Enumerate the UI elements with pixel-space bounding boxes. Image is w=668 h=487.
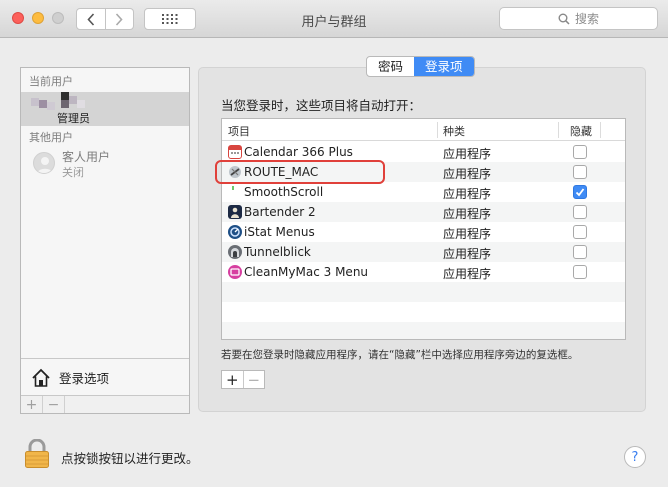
empty-row [222,302,625,322]
current-user-item[interactable]: 管理员 [21,92,189,126]
smoothscroll-icon [228,185,242,199]
table-header: 项目 种类 隐藏 [222,119,625,141]
user-role: 管理员 [57,112,90,125]
item-name: SmoothScroll [244,185,324,199]
house-icon [32,368,50,387]
cleanmymac-icon [228,265,242,279]
users-sidebar: 当前用户 管理员 其他用户 客人用户 关闭 登录选项 + − [20,67,190,414]
item-kind: 应用程序 [443,147,492,161]
item-name: Calendar 366 Plus [244,145,353,159]
hide-checkbox[interactable] [573,205,587,219]
column-item[interactable]: 项目 [228,123,250,139]
guest-name: 客人用户 [62,150,111,164]
bartender-icon [228,205,242,219]
table-row[interactable]: iStat Menus 应用程序 [222,222,625,242]
hide-checkbox[interactable] [573,245,587,259]
table-row[interactable]: CleanMyMac 3 Menu 应用程序 [222,262,625,282]
item-name: iStat Menus [244,225,315,239]
item-kind: 应用程序 [443,227,492,241]
tunnelblick-icon [228,245,242,259]
checkmark-icon [575,188,585,197]
item-name: Bartender 2 [244,205,316,219]
lock-icon[interactable] [24,438,50,469]
istat-icon [228,225,242,239]
table-row[interactable]: SmoothScroll 应用程序 [222,182,625,202]
other-users-label: 其他用户 [29,131,73,144]
calendar-icon [228,145,242,159]
tab-password[interactable]: 密码 [367,57,414,76]
hide-checkbox[interactable] [573,145,587,159]
hide-hint-text: 若要在您登录时隐藏应用程序，请在“隐藏”栏中选择应用程序旁边的复选框。 [221,349,579,361]
column-hide[interactable]: 隐藏 [570,123,592,139]
hide-checkbox[interactable] [573,165,587,179]
title-bar: 用户与群组 搜索 [0,0,668,38]
search-placeholder: 搜索 [574,12,599,26]
column-kind[interactable]: 种类 [443,123,465,139]
tab-bar: 密码 登录项 [366,56,475,77]
current-users-label: 当前用户 [29,75,73,88]
search-icon [558,13,570,25]
table-row[interactable]: Bartender 2 应用程序 [222,202,625,222]
item-kind: 应用程序 [443,267,492,281]
add-login-item-button[interactable]: + [222,371,243,389]
tab-login-items[interactable]: 登录项 [414,57,474,76]
login-items-toolbar: + − [221,370,265,389]
item-kind: 应用程序 [443,247,492,261]
remove-user-button[interactable]: − [43,396,65,413]
add-user-button[interactable]: + [21,396,43,413]
empty-row [222,282,625,302]
login-options-item[interactable]: 登录选项 [21,358,189,396]
login-items-table: 项目 种类 隐藏 Calendar 366 Plus 应用程序 ROUTE_MA… [221,118,626,340]
table-row[interactable]: Tunnelblick 应用程序 [222,242,625,262]
guest-status: 关闭 [62,166,84,179]
login-options-label: 登录选项 [59,371,110,386]
item-kind: 应用程序 [443,187,492,201]
hide-checkbox[interactable] [573,225,587,239]
empty-row [222,322,625,339]
search-field[interactable]: 搜索 [499,7,658,30]
item-kind: 应用程序 [443,207,492,221]
item-kind: 应用程序 [443,167,492,181]
item-name: Tunnelblick [244,245,311,259]
guest-avatar-icon [33,152,55,174]
help-button[interactable]: ? [624,446,646,468]
guest-user-item[interactable]: 客人用户 关闭 [21,148,189,182]
hide-checkbox[interactable] [573,185,587,199]
lock-instruction-text: 点按锁按钮以进行更改。 [61,451,199,466]
sidebar-toolbar: + − [21,395,189,413]
table-row[interactable]: Calendar 366 Plus 应用程序 [222,142,625,162]
hide-checkbox[interactable] [573,265,587,279]
remove-login-item-button[interactable]: − [242,371,265,389]
login-items-heading: 当您登录时，这些项目将自动打开： [221,98,422,113]
item-name: CleanMyMac 3 Menu [244,265,369,279]
route-mac-highlight-box [215,160,385,184]
